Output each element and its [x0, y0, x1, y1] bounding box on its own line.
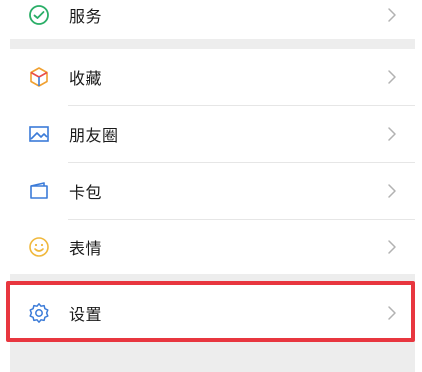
- menu-item-services[interactable]: 服务: [10, 0, 415, 39]
- image-icon: [27, 122, 51, 146]
- features-card: 收藏 朋友圈 卡包 表情: [10, 49, 415, 274]
- menu-item-moments[interactable]: 朋友圈: [10, 106, 415, 162]
- menu-item-label: 表情: [69, 239, 103, 258]
- chevron-right-icon: [388, 70, 396, 84]
- menu-item-settings[interactable]: 设置: [10, 284, 415, 341]
- menu-item-cards[interactable]: 卡包: [10, 163, 415, 219]
- menu-item-label: 收藏: [69, 69, 103, 88]
- gear-icon: [27, 301, 51, 325]
- chevron-right-icon: [388, 184, 396, 198]
- services-card: 服务: [10, 0, 415, 39]
- chevron-right-icon: [388, 305, 396, 320]
- menu-item-label: 设置: [69, 304, 103, 324]
- card-wallet-icon: [27, 179, 51, 203]
- menu-item-label: 服务: [69, 6, 103, 26]
- menu-item-stickers[interactable]: 表情: [10, 220, 415, 274]
- wechat-pay-icon: [27, 3, 51, 27]
- cube-icon: [27, 65, 51, 89]
- menu-item-label: 卡包: [69, 183, 103, 202]
- chevron-right-icon: [388, 240, 396, 254]
- chevron-right-icon: [388, 127, 396, 141]
- menu-item-favorites[interactable]: 收藏: [10, 49, 415, 105]
- settings-card: 设置: [10, 284, 415, 341]
- chevron-right-icon: [388, 7, 396, 22]
- smiley-icon: [27, 235, 51, 259]
- me-menu-screen: 服务 收藏 朋友圈 卡包 表情 设置: [0, 0, 422, 372]
- menu-item-label: 朋友圈: [69, 126, 119, 145]
